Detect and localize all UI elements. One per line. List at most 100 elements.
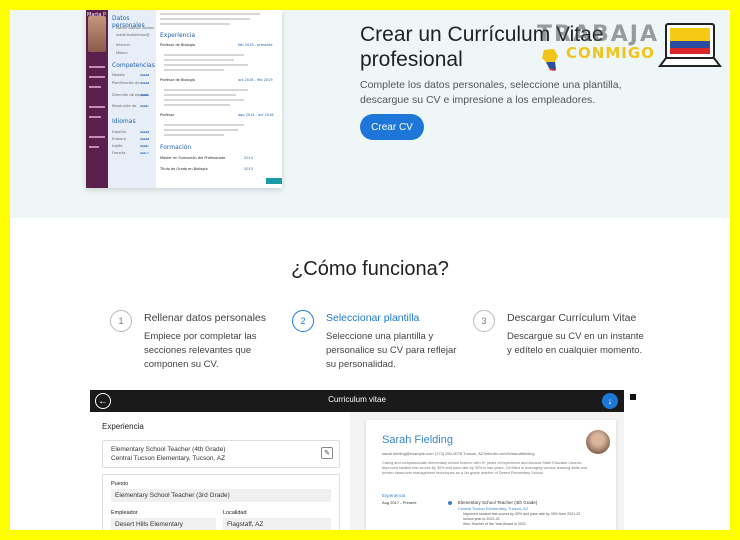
resume-job-title: Elementary School Teacher (4th Grade): [458, 500, 538, 505]
editor-top-bar: ← Curriculum vitae ↓: [90, 390, 624, 412]
how-it-works-title: ¿Cómo funciona?: [291, 258, 449, 280]
experience-card[interactable]: Elementary School Teacher (4th Grade) Ce…: [102, 440, 340, 468]
cv-detail: martinbutterman@: [116, 33, 150, 37]
step-title: Rellenar datos personales: [144, 312, 266, 324]
cv-section-heading: Experiencia: [160, 32, 196, 39]
cv-language: Francés: [112, 151, 126, 155]
cv-rating: ●●●●○: [140, 104, 150, 108]
cv-detail: Milano: [116, 51, 128, 55]
resume-bullet: school year to 2022-23: [463, 517, 500, 521]
step-description: Descargue su CV en un instante y edítelo…: [507, 331, 644, 356]
logo-text: CONMIGO: [566, 44, 655, 62]
cv-text-line: [164, 99, 244, 101]
resume-summary: Caring and compassionate elementary scho…: [382, 461, 587, 475]
cv-skill: Resolución de: [112, 104, 137, 108]
experience-form: Puesto Elementary School Teacher (3rd Gr…: [102, 474, 340, 530]
experience-card-title: Elementary School Teacher (4th Grade): [111, 446, 226, 453]
cv-edu-title: Título de Grado en Biología: [160, 167, 208, 171]
cv-details-column: Datos personales Martin Gómez Gomez mart…: [108, 10, 156, 188]
cv-rating: ●●●●●: [140, 137, 150, 141]
cursor-marker: [630, 394, 636, 400]
resume-contacts: sarah.fielding@example.com (173) 250-007…: [382, 451, 535, 456]
cv-skill: Modelo: [112, 73, 125, 77]
localidad-label: Localidad: [223, 510, 247, 516]
resume-avatar: [586, 430, 610, 454]
cv-sidebar-line: [89, 86, 101, 88]
cv-rating: ●●●○○: [140, 151, 150, 155]
cv-text-line: [164, 59, 234, 61]
cv-job-date: ago 2014 - oct 2016: [238, 113, 274, 117]
cv-rating: ●●●●●: [140, 81, 150, 85]
page: Marta P Datos personales Martin Gómez Go…: [10, 10, 730, 530]
step-number: 1: [110, 310, 132, 332]
cv-rating: ●●●●●: [140, 130, 150, 134]
cv-section-heading: Formación: [160, 144, 192, 151]
cv-text-line: [164, 134, 224, 136]
resume-job-date: Aug 2017 - Present: [382, 500, 417, 505]
laptop-flag-icon: [658, 23, 722, 67]
empleador-label: Empleador: [111, 510, 138, 516]
cv-text-line: [164, 69, 224, 71]
cv-job-date: feb 2019 - presente: [238, 43, 273, 47]
cv-rating: ●●●●○: [140, 93, 150, 97]
cv-sidebar-line: [89, 136, 105, 138]
cv-text-line: [164, 64, 248, 66]
cv-language: Español: [112, 130, 126, 134]
cv-sidebar-line: [89, 116, 101, 118]
cv-detail: Martin Gómez Gomez: [116, 26, 154, 30]
create-cv-button[interactable]: Crear CV: [360, 114, 424, 140]
puesto-input[interactable]: Elementary School Teacher (3rd Grade): [111, 489, 331, 502]
cv-edu-title: Máster en Formación del Profesorado: [160, 156, 226, 160]
cv-text-line: [164, 124, 244, 126]
cv-job-title: Profesor: [160, 113, 175, 117]
cv-text-line: [164, 104, 230, 106]
timeline-dot-icon: [448, 501, 452, 505]
cv-sidebar-line: [89, 66, 105, 68]
resume-section-heading: Experiencia: [382, 493, 406, 498]
resume-company: Central Tucson Elementary, Tucson, AZ: [458, 506, 529, 511]
empleador-input[interactable]: Desert Hills Elementary: [111, 518, 216, 530]
experience-card-subtitle: Central Tucson Elementary, Tucson, AZ: [111, 455, 226, 462]
step-number: 3: [473, 310, 495, 332]
cv-rating: ●●●●○: [140, 144, 150, 148]
step-description: Seleccione una plantilla y personalice s…: [326, 331, 457, 370]
step-number: 2: [292, 310, 314, 332]
cv-text-line: [160, 23, 230, 25]
resume-name: Sarah Fielding: [382, 434, 453, 446]
cv-edu-date: 2013: [244, 167, 253, 171]
cv-job-title: Profesor de Biología: [160, 78, 195, 82]
editor-title: Curriculum vitae: [328, 395, 386, 404]
cv-text-line: [164, 54, 244, 56]
cv-text-line: [164, 94, 236, 96]
cv-language: Inglés: [112, 144, 123, 148]
hero-subtitle: Complete los datos personales, seleccion…: [360, 79, 622, 106]
cv-rating: ●●●●●: [140, 73, 150, 77]
editor-section-title: Experiencia: [102, 422, 144, 431]
cv-section-heading: Idiomas: [112, 118, 136, 125]
cv-text-line: [160, 13, 260, 15]
step-title: Descargar Currículum Vitae: [507, 312, 637, 324]
resume-bullet: Improved student test scores by 30% and …: [463, 512, 581, 516]
cv-detail: Internet: [116, 43, 130, 47]
cv-text-line: [160, 18, 250, 20]
cv-job-title: Profesor de Biología: [160, 43, 195, 47]
download-icon[interactable]: ↓: [602, 393, 618, 409]
cv-name: Marta P: [87, 12, 107, 18]
cv-text-line: [164, 129, 238, 131]
edit-pencil-icon[interactable]: ✎: [321, 447, 333, 459]
localidad-input[interactable]: Flagstaff, AZ: [223, 518, 331, 530]
step-description: Empiece por completar las secciones rele…: [144, 331, 257, 370]
cv-main-column: Experiencia Profesor de Biología feb 201…: [158, 10, 282, 188]
colombia-map-icon: [542, 49, 558, 71]
cv-sidebar-line: [89, 146, 99, 148]
cv-preview-image: Marta P Datos personales Martin Gómez Go…: [86, 10, 282, 188]
cv-photo: [88, 16, 106, 52]
step-title: Seleccionar plantilla: [326, 312, 420, 324]
cv-job-date: oct 2016 - feb 2019: [238, 78, 273, 82]
cv-text-line: [164, 89, 248, 91]
cv-editor-preview: ← Curriculum vitae ↓ Experiencia Element…: [90, 390, 624, 530]
puesto-label: Puesto: [111, 481, 129, 487]
cv-sidebar-line: [89, 106, 105, 108]
cv-edu-date: 2014: [244, 156, 253, 160]
cv-accent-bar: [266, 178, 282, 184]
